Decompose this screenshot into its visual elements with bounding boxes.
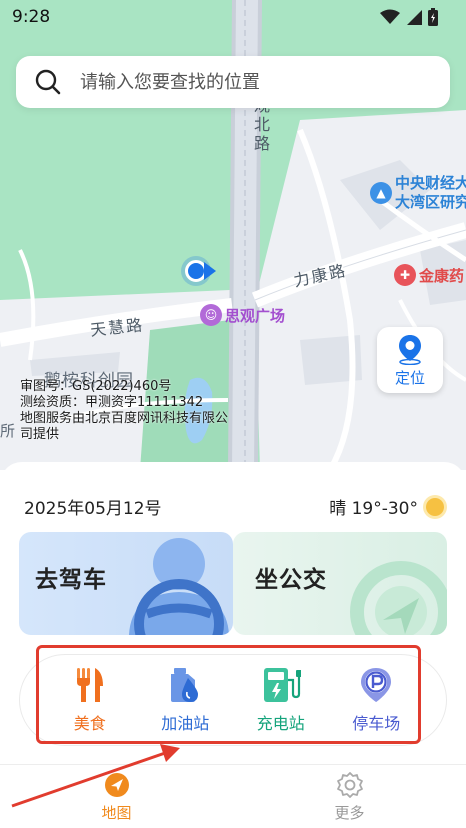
school-pin-icon: ▲ (370, 182, 392, 204)
weather-info: 晴 19°-30° (329, 494, 444, 519)
search-input[interactable] (80, 71, 410, 93)
nav-label: 地图 (101, 803, 132, 822)
locate-label: 定位 (394, 368, 425, 387)
sun-icon (426, 497, 444, 516)
bottom-sheet: 2025年05月12号 晴 19°-30° 去驾车 坐公交 美食 加油站 充电站… (0, 462, 466, 764)
drive-card-title: 去驾车 (35, 567, 107, 593)
map-info-line: 司提供 (20, 427, 60, 442)
fuel-drop-icon (171, 668, 199, 702)
nav-tab-map[interactable]: 地图 (0, 765, 233, 828)
compass-icon (104, 772, 129, 797)
service-label: 加油站 (161, 714, 210, 733)
status-bar: 9:28 (0, 0, 466, 34)
wifi-icon (380, 9, 400, 24)
status-time: 9:28 (12, 7, 51, 27)
date-text: 2025年05月12号 (24, 499, 162, 519)
poi-label: 金康药 (419, 266, 465, 285)
parking-pin-icon (361, 668, 392, 702)
service-parking[interactable]: 停车场 (336, 666, 416, 734)
poi-label: 思观广场 (225, 306, 286, 325)
drive-card[interactable]: 去驾车 (19, 532, 233, 635)
heading-arrow-icon (204, 262, 216, 280)
area-label-left: 所 (0, 422, 18, 440)
cellular-signal-icon (407, 10, 422, 25)
plaza-pin-icon: ☺ (200, 304, 222, 326)
service-label: 充电站 (256, 714, 305, 733)
map-info-line: 地图服务由北京百度网讯科技有限公 (20, 411, 229, 426)
bus-card-title: 坐公交 (255, 567, 327, 593)
nearby-services-bar: 美食 加油站 充电站 停车场 (19, 654, 447, 746)
nav-label: 更多 (334, 803, 365, 822)
gear-icon (336, 771, 363, 798)
fork-knife-icon (76, 668, 103, 702)
poi-label: 中央财经大 (395, 174, 466, 192)
locate-button[interactable]: 定位 (377, 327, 443, 393)
service-charging-station[interactable]: 充电站 (241, 666, 321, 734)
poi-label-secondary: 大湾区研究 (395, 193, 466, 211)
weather-text: 晴 19°-30° (329, 499, 418, 519)
service-food[interactable]: 美食 (50, 666, 130, 734)
service-gas-station[interactable]: 加油站 (145, 666, 225, 734)
nav-tab-more[interactable]: 更多 (233, 765, 466, 828)
bottom-nav: 地图 更多 (0, 764, 466, 828)
bus-card[interactable]: 坐公交 (233, 532, 447, 635)
search-icon (35, 69, 61, 95)
map-info-line: 审图号：GS(2022)460号 (20, 379, 172, 394)
poi-caijing-university[interactable]: ▲ 中央财经大 大湾区研究 (370, 174, 466, 212)
pharmacy-pin-icon: ✚ (394, 264, 416, 286)
location-pin-icon (399, 334, 421, 365)
service-label: 美食 (73, 714, 106, 733)
map-copyright-info: 审图号：GS(2022)460号 测绘资质：甲测资字11111342 地图服务由… (20, 379, 228, 443)
date-weather-row: 2025年05月12号 晴 19°-30° (24, 494, 444, 519)
map-info-line: 测绘资质：甲测资字11111342 (20, 395, 204, 410)
search-bar[interactable] (16, 56, 450, 108)
charging-station-icon (263, 668, 301, 702)
poi-jinkang-pharmacy[interactable]: ✚ 金康药 (394, 264, 464, 286)
status-icons (380, 8, 438, 26)
poi-siguan-plaza[interactable]: ☺ 思观广场 (200, 304, 285, 326)
service-label: 停车场 (352, 714, 401, 733)
battery-icon (428, 8, 438, 26)
